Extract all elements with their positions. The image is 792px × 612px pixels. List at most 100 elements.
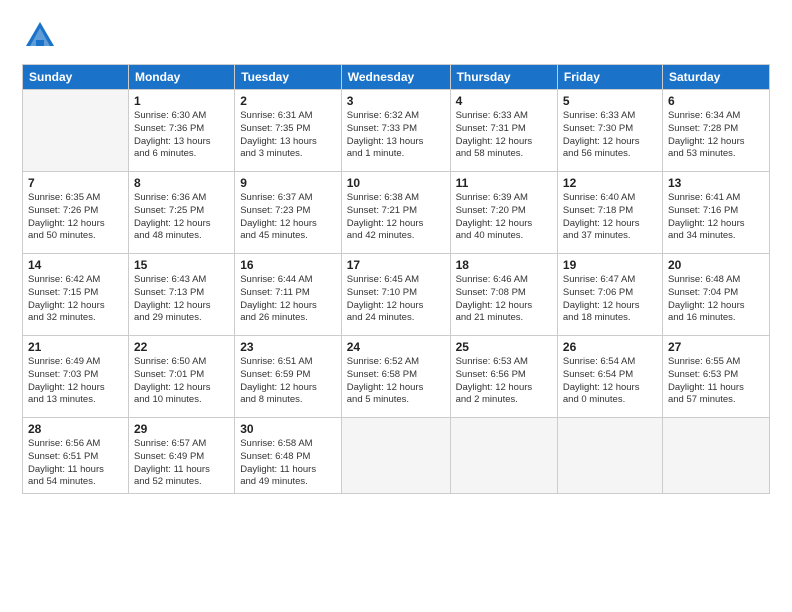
calendar-cell: 3 Sunrise: 6:32 AM Sunset: 7:33 PM Daylig… [341,90,450,172]
week-row-4: 21Sunrise: 6:49 AM Sunset: 7:03 PM Dayli… [23,336,770,418]
day-info: Sunrise: 6:45 AM Sunset: 7:10 PM Dayligh… [347,274,445,325]
day-number: 15 [134,258,229,272]
calendar-cell: 22Sunrise: 6:50 AM Sunset: 7:01 PM Dayli… [128,336,234,418]
calendar-cell: 19 Sunrise: 6:47 AM Sunset: 7:06 PM Dayli… [557,254,662,336]
day-info: Sunrise: 6:53 AM Sunset: 6:56 PM Dayligh… [456,356,552,407]
day-info: Sunrise: 6:34 AM Sunset: 7:28 PM Dayligh… [668,110,764,161]
calendar-cell: 20Sunrise: 6:48 AM Sunset: 7:04 PM Dayli… [662,254,769,336]
calendar-cell: 8 Sunrise: 6:36 AM Sunset: 7:25 PM Daylig… [128,172,234,254]
week-row-3: 14 Sunrise: 6:42 AM Sunset: 7:15 PM Dayli… [23,254,770,336]
calendar-cell: 11 Sunrise: 6:39 AM Sunset: 7:20 PM Dayli… [450,172,557,254]
day-info: Sunrise: 6:48 AM Sunset: 7:04 PM Dayligh… [668,274,764,325]
calendar-cell: 1Sunrise: 6:30 AM Sunset: 7:36 PM Daylig… [128,90,234,172]
logo-icon [22,18,58,54]
calendar-cell: 14 Sunrise: 6:42 AM Sunset: 7:15 PM Dayli… [23,254,129,336]
day-number: 30 [240,422,336,436]
day-info: Sunrise: 6:32 AM Sunset: 7:33 PM Dayligh… [347,110,445,161]
day-number: 22 [134,340,229,354]
day-info: Sunrise: 6:46 AM Sunset: 7:08 PM Dayligh… [456,274,552,325]
calendar-cell: 27 Sunrise: 6:55 AM Sunset: 6:53 PM Dayli… [662,336,769,418]
calendar-cell: 5 Sunrise: 6:33 AM Sunset: 7:30 PM Daylig… [557,90,662,172]
day-number: 27 [668,340,764,354]
calendar-cell: 29 Sunrise: 6:57 AM Sunset: 6:49 PM Dayli… [128,418,234,494]
day-number: 16 [240,258,336,272]
weekday-header-friday: Friday [557,65,662,90]
day-info: Sunrise: 6:56 AM Sunset: 6:51 PM Dayligh… [28,438,123,489]
calendar-cell: 6 Sunrise: 6:34 AM Sunset: 7:28 PM Daylig… [662,90,769,172]
day-info: Sunrise: 6:41 AM Sunset: 7:16 PM Dayligh… [668,192,764,243]
day-number: 14 [28,258,123,272]
day-number: 7 [28,176,123,190]
day-number: 26 [563,340,657,354]
day-info: Sunrise: 6:47 AM Sunset: 7:06 PM Dayligh… [563,274,657,325]
day-number: 6 [668,94,764,108]
calendar-cell: 16 Sunrise: 6:44 AM Sunset: 7:11 PM Dayli… [235,254,342,336]
day-number: 4 [456,94,552,108]
calendar-cell: 9 Sunrise: 6:37 AM Sunset: 7:23 PM Daylig… [235,172,342,254]
calendar-cell [662,418,769,494]
day-info: Sunrise: 6:35 AM Sunset: 7:26 PM Dayligh… [28,192,123,243]
calendar-cell: 4 Sunrise: 6:33 AM Sunset: 7:31 PM Daylig… [450,90,557,172]
day-number: 11 [456,176,552,190]
day-number: 8 [134,176,229,190]
day-info: Sunrise: 6:58 AM Sunset: 6:48 PM Dayligh… [240,438,336,489]
calendar-header-row: SundayMondayTuesdayWednesdayThursdayFrid… [23,65,770,90]
calendar-cell: 25 Sunrise: 6:53 AM Sunset: 6:56 PM Dayli… [450,336,557,418]
calendar-cell: 17Sunrise: 6:45 AM Sunset: 7:10 PM Dayli… [341,254,450,336]
header [22,18,770,54]
week-row-1: 1Sunrise: 6:30 AM Sunset: 7:36 PM Daylig… [23,90,770,172]
day-info: Sunrise: 6:55 AM Sunset: 6:53 PM Dayligh… [668,356,764,407]
day-info: Sunrise: 6:31 AM Sunset: 7:35 PM Dayligh… [240,110,336,161]
calendar-cell: 28 Sunrise: 6:56 AM Sunset: 6:51 PM Dayli… [23,418,129,494]
weekday-header-wednesday: Wednesday [341,65,450,90]
calendar-cell: 24 Sunrise: 6:52 AM Sunset: 6:58 PM Dayli… [341,336,450,418]
day-number: 2 [240,94,336,108]
day-info: Sunrise: 6:37 AM Sunset: 7:23 PM Dayligh… [240,192,336,243]
day-number: 3 [347,94,445,108]
calendar-cell: 30 Sunrise: 6:58 AM Sunset: 6:48 PM Dayli… [235,418,342,494]
day-number: 9 [240,176,336,190]
day-number: 19 [563,258,657,272]
weekday-header-monday: Monday [128,65,234,90]
day-info: Sunrise: 6:52 AM Sunset: 6:58 PM Dayligh… [347,356,445,407]
day-info: Sunrise: 6:57 AM Sunset: 6:49 PM Dayligh… [134,438,229,489]
day-info: Sunrise: 6:44 AM Sunset: 7:11 PM Dayligh… [240,274,336,325]
weekday-header-thursday: Thursday [450,65,557,90]
calendar-cell: 12 Sunrise: 6:40 AM Sunset: 7:18 PM Dayli… [557,172,662,254]
day-number: 23 [240,340,336,354]
day-info: Sunrise: 6:30 AM Sunset: 7:36 PM Dayligh… [134,110,229,161]
day-number: 28 [28,422,123,436]
day-number: 29 [134,422,229,436]
weekday-header-sunday: Sunday [23,65,129,90]
day-info: Sunrise: 6:39 AM Sunset: 7:20 PM Dayligh… [456,192,552,243]
day-number: 13 [668,176,764,190]
calendar-cell: 21Sunrise: 6:49 AM Sunset: 7:03 PM Dayli… [23,336,129,418]
calendar-cell: 18 Sunrise: 6:46 AM Sunset: 7:08 PM Dayli… [450,254,557,336]
day-number: 12 [563,176,657,190]
weekday-header-tuesday: Tuesday [235,65,342,90]
day-number: 25 [456,340,552,354]
day-info: Sunrise: 6:36 AM Sunset: 7:25 PM Dayligh… [134,192,229,243]
weekday-header-saturday: Saturday [662,65,769,90]
day-info: Sunrise: 6:40 AM Sunset: 7:18 PM Dayligh… [563,192,657,243]
week-row-2: 7 Sunrise: 6:35 AM Sunset: 7:26 PM Daylig… [23,172,770,254]
week-row-5: 28 Sunrise: 6:56 AM Sunset: 6:51 PM Dayli… [23,418,770,494]
calendar-cell: 15 Sunrise: 6:43 AM Sunset: 7:13 PM Dayli… [128,254,234,336]
calendar-cell: 13 Sunrise: 6:41 AM Sunset: 7:16 PM Dayli… [662,172,769,254]
day-info: Sunrise: 6:43 AM Sunset: 7:13 PM Dayligh… [134,274,229,325]
calendar-cell: 2 Sunrise: 6:31 AM Sunset: 7:35 PM Daylig… [235,90,342,172]
calendar-cell [450,418,557,494]
day-number: 24 [347,340,445,354]
day-info: Sunrise: 6:33 AM Sunset: 7:31 PM Dayligh… [456,110,552,161]
calendar-cell: 10Sunrise: 6:38 AM Sunset: 7:21 PM Dayli… [341,172,450,254]
calendar-cell: 26 Sunrise: 6:54 AM Sunset: 6:54 PM Dayli… [557,336,662,418]
day-info: Sunrise: 6:54 AM Sunset: 6:54 PM Dayligh… [563,356,657,407]
day-number: 10 [347,176,445,190]
day-info: Sunrise: 6:33 AM Sunset: 7:30 PM Dayligh… [563,110,657,161]
day-number: 5 [563,94,657,108]
calendar-cell: 7 Sunrise: 6:35 AM Sunset: 7:26 PM Daylig… [23,172,129,254]
day-number: 21 [28,340,123,354]
day-info: Sunrise: 6:42 AM Sunset: 7:15 PM Dayligh… [28,274,123,325]
day-number: 18 [456,258,552,272]
page: SundayMondayTuesdayWednesdayThursdayFrid… [0,0,792,612]
